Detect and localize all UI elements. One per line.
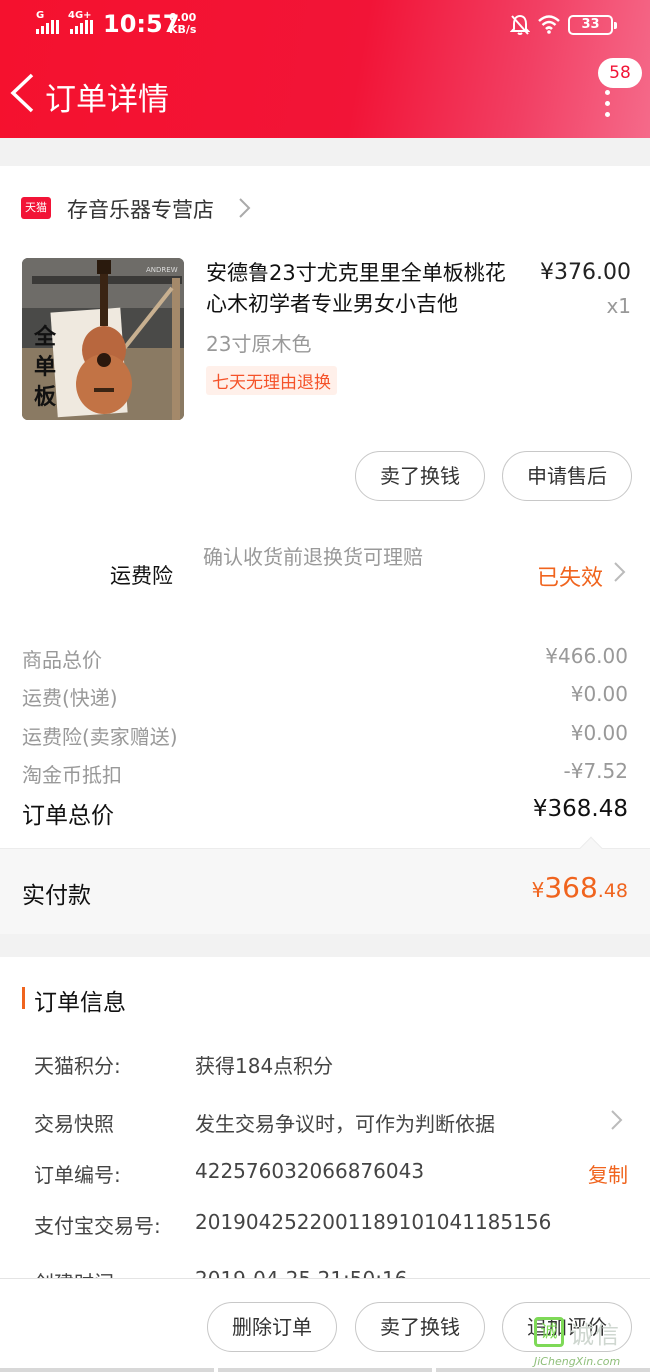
product-sku: 23寸原木色 [206, 332, 312, 356]
fee-value: -¥7.52 [563, 759, 628, 783]
fee-label: 运费险(卖家赠送) [22, 725, 178, 749]
fee-row: 淘金币抵扣 -¥7.52 [22, 759, 628, 788]
info-value: 422576032066876043 [195, 1159, 425, 1183]
header-bar: G 4G+ 10:57 0.00 KB/s 33 订单详情 58 [0, 0, 650, 138]
mute-bell-icon [510, 14, 530, 35]
actual-payment-value: ¥368.48 [532, 871, 628, 904]
section-accent-bar [22, 987, 25, 1009]
delete-order-button[interactable]: 删除订单 [207, 1302, 337, 1352]
info-key: 订单编号: [34, 1163, 121, 1187]
apply-after-sale-button[interactable]: 申请售后 [502, 451, 632, 501]
status-bar: G 4G+ 10:57 0.00 KB/s 33 [0, 0, 650, 52]
fee-value: ¥0.00 [570, 682, 628, 706]
signal-bars-2-icon [70, 18, 93, 34]
fee-label: 商品总价 [22, 648, 102, 672]
return-policy-tag: 七天无理由退换 [206, 366, 337, 395]
payment-integer: 368 [544, 871, 598, 904]
tmall-badge-icon: 天猫 [21, 197, 51, 219]
product-thumbnail[interactable]: ANDREW 全单板 [22, 258, 184, 420]
back-arrow-icon[interactable] [8, 72, 36, 114]
more-menu-icon[interactable] [602, 90, 612, 123]
chevron-right-icon[interactable] [236, 196, 252, 220]
copy-order-number-button[interactable]: 复制 [588, 1159, 628, 1188]
shipping-insurance-label: 运费险 [110, 564, 173, 588]
order-item-card: 天猫 存音乐器专营店 ANDREW 全单板 安德鲁23寸尤克里里全单板桃花心木初… [0, 166, 650, 848]
message-count-badge[interactable]: 58 [598, 58, 642, 88]
store-name-link[interactable]: 存音乐器专营店 [67, 194, 214, 224]
watermark-mark: 诚 [534, 1317, 564, 1347]
sell-for-cash-button[interactable]: 卖了换钱 [355, 1302, 485, 1352]
product-quantity: x1 [606, 294, 631, 318]
clock: 10:57 [103, 10, 180, 38]
order-total-value: ¥368.48 [532, 796, 628, 822]
fee-row: 运费险(卖家赠送) ¥0.00 [22, 721, 628, 750]
product-title[interactable]: 安德鲁23寸尤克里里全单板桃花心木初学者专业男女小吉他 [206, 258, 516, 320]
signal-bars-1-icon [36, 18, 59, 34]
order-total-row: 订单总价 ¥368.48 [22, 796, 628, 830]
info-key: 天猫积分: [34, 1054, 121, 1078]
fee-row: 商品总价 ¥466.00 [22, 644, 628, 673]
watermark-logo: 诚 诚信 JiChengXin.com [534, 1313, 650, 1372]
order-info-title: 订单信息 [34, 990, 126, 1016]
fee-row: 运费(快递) ¥0.00 [22, 682, 628, 711]
fee-value: ¥0.00 [570, 721, 628, 745]
wifi-icon [538, 15, 560, 34]
image-brand-text: ANDREW [146, 266, 178, 274]
shipping-insurance-desc: 确认收货前退换货可理赔 [203, 545, 423, 569]
info-value: 获得184点积分 [195, 1054, 334, 1078]
page-title: 订单详情 [45, 82, 169, 118]
watermark-text: 诚信 [570, 1321, 620, 1349]
info-value: 发生交易争议时，可作为判断依据 [195, 1112, 495, 1136]
actual-payment-label: 实付款 [22, 883, 91, 909]
info-key: 支付宝交易号: [34, 1214, 161, 1238]
network-speed-unit: KB/s [169, 23, 197, 36]
payment-currency: ¥ [531, 878, 545, 902]
product-image-caption: 全单板 [34, 324, 57, 410]
chevron-right-icon [614, 562, 626, 582]
product-price: ¥376.00 [540, 260, 631, 285]
fee-label: 运费(快递) [22, 686, 118, 710]
network-speed: 0.00 KB/s [169, 12, 196, 36]
shipping-insurance-status: 已失效 [537, 566, 604, 591]
sell-for-cash-button[interactable]: 卖了换钱 [355, 451, 485, 501]
watermark-url: JiChengXin.com [534, 1355, 621, 1368]
info-value: 2019042522001189101041185156 [195, 1210, 552, 1234]
battery-icon: 33 [568, 15, 617, 35]
info-key: 交易快照 [34, 1112, 114, 1136]
fee-label: 淘金币抵扣 [22, 763, 122, 787]
fee-value: ¥466.00 [545, 644, 628, 668]
navigation-bar: 订单详情 58 [0, 58, 650, 130]
order-total-label: 订单总价 [22, 803, 114, 829]
actual-payment-row: 实付款 ¥368.48 [0, 836, 650, 934]
order-info-card: 订单信息 天猫积分: 获得184点积分 交易快照 发生交易争议时，可作为判断依据… [0, 957, 650, 1295]
payment-decimal: .48 [597, 880, 628, 902]
chevron-right-icon [611, 1110, 623, 1130]
system-nav-strip [0, 1368, 650, 1372]
